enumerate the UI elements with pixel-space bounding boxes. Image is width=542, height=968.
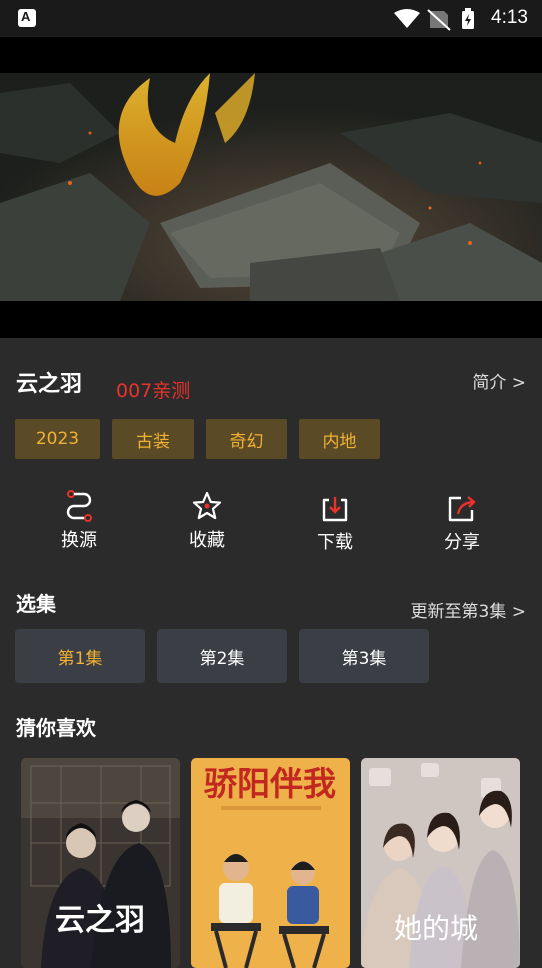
- tag-year[interactable]: 2023: [15, 419, 100, 459]
- favorite-button[interactable]: 收藏: [162, 490, 252, 552]
- poster-title-art: 骄阳伴我: [204, 764, 336, 803]
- tag-list: 2023 古装 奇幻 内地: [15, 419, 380, 459]
- tag-region[interactable]: 内地: [299, 419, 380, 459]
- share-icon: [448, 496, 476, 522]
- wifi-icon: [394, 9, 420, 28]
- app-notification-icon: [18, 9, 36, 27]
- poster-card[interactable]: 云之羽: [21, 758, 180, 968]
- download-button[interactable]: 下载: [290, 494, 380, 554]
- tag-genre[interactable]: 古装: [112, 419, 194, 459]
- episodes-update-link[interactable]: 更新至第3集 >: [411, 597, 526, 622]
- episodes-heading: 选集: [16, 592, 56, 616]
- episode-chip[interactable]: 第1集: [15, 629, 145, 683]
- star-icon: [192, 491, 222, 520]
- switch-source-label: 换源: [61, 530, 97, 551]
- recommend-list: 云之羽 骄阳伴我 她的城: [21, 758, 520, 968]
- episode-chip[interactable]: 第3集: [299, 629, 429, 683]
- tag-genre[interactable]: 奇幻: [206, 419, 287, 459]
- intro-link[interactable]: 简介 >: [472, 368, 526, 393]
- show-title: 云之羽: [16, 372, 83, 397]
- poster-card[interactable]: 骄阳伴我: [191, 758, 350, 968]
- poster-image: 云之羽: [21, 758, 180, 968]
- favorite-label: 收藏: [189, 530, 225, 551]
- recommend-heading: 猜你喜欢: [16, 716, 96, 740]
- video-player[interactable]: [0, 37, 542, 338]
- share-label: 分享: [444, 532, 480, 553]
- download-icon: [322, 497, 348, 522]
- detail-panel: 云之羽 007亲测 简介 > 2023 古装 奇幻 内地 换源 收藏 下载 分享…: [0, 338, 542, 968]
- poster-image: 骄阳伴我: [191, 758, 350, 968]
- share-button[interactable]: 分享: [417, 494, 507, 554]
- no-sim-icon: [427, 9, 451, 31]
- poster-image: 她的城: [361, 758, 520, 968]
- episode-chip[interactable]: 第2集: [157, 629, 287, 683]
- switch-source-icon: [66, 490, 92, 522]
- clock: 4:13: [491, 7, 528, 28]
- download-label: 下载: [317, 532, 353, 553]
- poster-card[interactable]: 她的城: [361, 758, 520, 968]
- switch-source-button[interactable]: 换源: [34, 490, 124, 552]
- source-watermark: 007亲测: [116, 380, 191, 402]
- poster-title-art: 云之羽: [55, 903, 145, 938]
- status-bar: 4:13: [0, 0, 542, 37]
- episode-list: 第1集 第2集 第3集: [15, 629, 429, 683]
- battery-charging-icon: [462, 8, 474, 29]
- video-frame: [0, 73, 542, 301]
- status-icons: [394, 8, 474, 31]
- action-bar: 换源 收藏 下载 分享: [0, 490, 542, 560]
- poster-title-art: 她的城: [394, 912, 478, 945]
